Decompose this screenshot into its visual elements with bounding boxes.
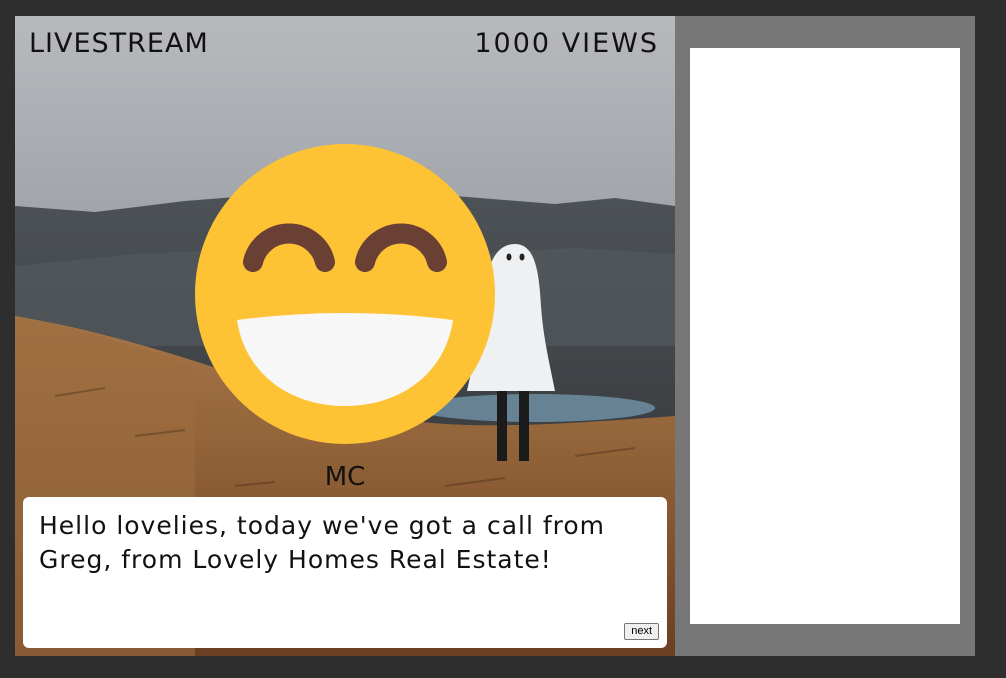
speaker-name: MC: [324, 462, 366, 492]
livestream-label: LIVESTREAM: [29, 28, 209, 59]
next-button[interactable]: next: [624, 623, 659, 640]
livestream-stage: LIVESTREAM 1000 VIEWS MC Hello lovelies,…: [15, 16, 675, 656]
side-panel: [675, 16, 975, 656]
dialog-box: Hello lovelies, today we've got a call f…: [23, 497, 667, 648]
view-count: 1000 VIEWS: [474, 28, 659, 59]
grinning-smiley-emoji-icon: [195, 144, 495, 444]
dialog-text: Hello lovelies, today we've got a call f…: [39, 511, 606, 574]
chat-panel: [690, 48, 960, 624]
